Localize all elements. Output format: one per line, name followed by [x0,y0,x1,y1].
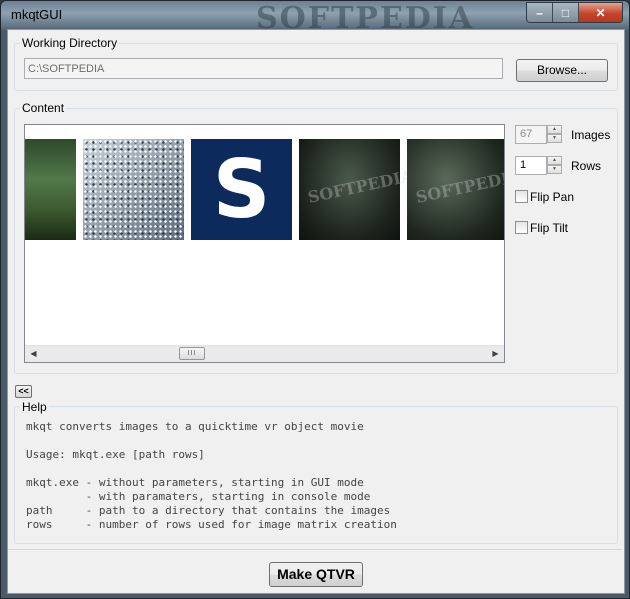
scroll-right-arrow-icon[interactable]: ▶ [487,346,504,362]
logo-glyph: S [212,143,271,236]
browse-button[interactable]: Browse... [516,59,608,82]
images-count-field[interactable]: 67 [515,125,547,144]
spin-up-icon[interactable]: ▲ [547,156,562,165]
rows-count-field[interactable]: 1 [515,156,547,175]
caption-buttons: – □ ✕ [526,2,623,23]
help-label: Help [20,400,49,414]
maximize-icon: □ [561,5,570,20]
thumbnail-dark-forest[interactable]: SOFTPEDIA [299,139,415,240]
flip-tilt-label[interactable]: Flip Tilt [530,221,568,235]
thumbnail-watermark: SOFTPEDIA [414,166,505,207]
flip-pan-label[interactable]: Flip Pan [530,190,574,204]
rows-label: Rows [571,159,602,173]
thumbnail-logo[interactable]: S [191,139,292,240]
close-button[interactable]: ✕ [579,3,622,22]
working-directory-field[interactable]: C:\SOFTPEDIA [24,58,503,79]
window-title: mkqtGUI [11,7,63,22]
thumbnail-watermark: SOFTPEDIA [306,166,415,207]
minimize-icon: – [536,5,543,20]
client-area: Working Directory C:\SOFTPEDIA Browse...… [7,29,625,594]
maximize-button[interactable]: □ [553,3,579,22]
make-qtvr-button[interactable]: Make QTVR [269,562,363,587]
thumbnail-dark-forest-2[interactable]: SOFTPEDIA [407,139,505,240]
close-icon: ✕ [595,5,606,20]
flip-pan-checkbox[interactable] [515,190,528,203]
flip-tilt-checkbox[interactable] [515,221,528,234]
horizontal-scrollbar[interactable]: ◀ III ▶ [25,345,504,362]
title-bar[interactable]: SOFTPEDIA mkqtGUI – □ ✕ [1,1,629,36]
separator [8,549,622,550]
minimize-button[interactable]: – [527,3,553,22]
thumbnail-city-aerial[interactable] [83,139,184,240]
spin-up-icon[interactable]: ▲ [547,125,562,134]
spin-down-icon[interactable]: ▼ [547,165,562,174]
help-text: mkqt converts images to a quicktime vr o… [26,420,397,531]
content-label: Content [20,101,67,115]
spin-down-icon[interactable]: ▼ [547,134,562,143]
collapse-help-button[interactable]: << [15,385,32,398]
working-directory-label: Working Directory [20,36,120,50]
rows-spin-buttons: ▲ ▼ [547,156,562,175]
image-strip-viewer[interactable]: S SOFTPEDIA SOFTPEDIA ◀ III ▶ [24,124,505,363]
app-window: SOFTPEDIA mkqtGUI – □ ✕ Working Director… [0,0,630,599]
images-spin-buttons: ▲ ▼ [547,125,562,144]
scroll-left-arrow-icon[interactable]: ◀ [25,346,42,362]
scrollbar-thumb[interactable]: III [179,347,205,360]
thumbnail-forest[interactable] [25,139,76,240]
images-label: Images [571,128,611,142]
